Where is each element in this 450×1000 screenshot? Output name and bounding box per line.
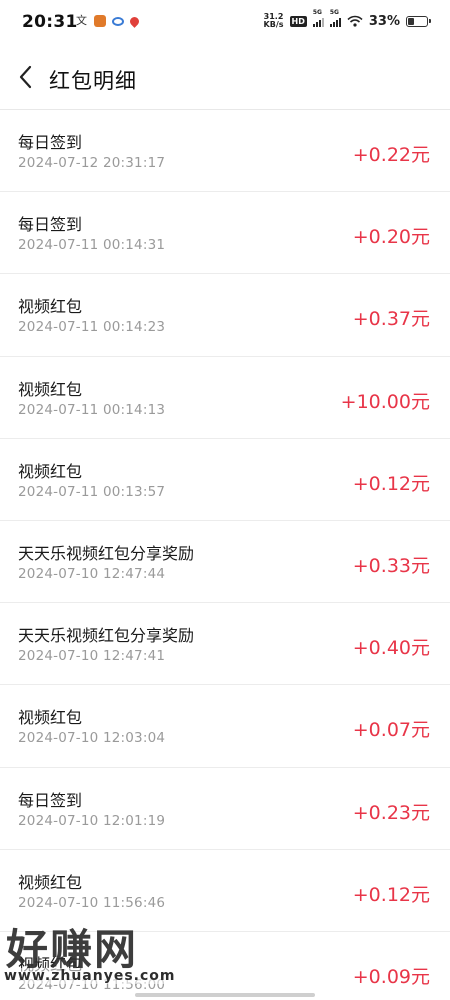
record-amount: +0.09元 (352, 965, 430, 988)
record-row[interactable]: 视频红包 2024-07-11 00:14:23 +0.37元 (0, 274, 450, 357)
record-title: 每日签到 (18, 790, 83, 810)
record-amount: +0.33元 (352, 554, 430, 577)
notification-icons: 文 (76, 14, 141, 28)
record-amount: +0.37元 (352, 308, 430, 331)
record-title: 天天乐视频红包分享奖励 (18, 543, 195, 563)
sim1-network-label: 5G (312, 9, 322, 16)
location-pin-icon (128, 14, 141, 28)
record-amount: +0.12元 (352, 883, 430, 906)
record-amount: +0.12元 (352, 472, 430, 495)
page-header: 红包明细 (0, 46, 450, 110)
record-title: 视频红包 (18, 461, 83, 481)
page-title: 红包明细 (49, 69, 137, 93)
back-button[interactable] (10, 60, 44, 94)
record-time: 2024-07-10 11:56:46 (18, 894, 166, 911)
record-row[interactable]: 每日签到 2024-07-11 00:14:31 +0.20元 (0, 192, 450, 275)
record-row[interactable]: 视频红包 2024-07-10 12:03:04 +0.07元 (0, 685, 450, 768)
app-notification-icon (94, 15, 106, 27)
record-row[interactable]: 天天乐视频红包分享奖励 2024-07-10 12:47:41 +0.40元 (0, 603, 450, 686)
home-indicator[interactable] (135, 993, 315, 997)
record-time: 2024-07-10 12:01:19 (18, 812, 166, 829)
network-speed: 31.2 KB/s (264, 13, 284, 29)
record-time: 2024-07-12 20:31:17 (18, 155, 166, 171)
translate-icon: 文 (76, 14, 87, 27)
record-amount: +0.23元 (352, 801, 430, 824)
record-row[interactable]: 视频红包 2024-07-10 11:56:46 +0.12元 (0, 850, 450, 932)
network-speed-unit: KB/s (263, 20, 284, 29)
battery-icon (406, 15, 431, 27)
record-title: 视频红包 (18, 379, 83, 399)
record-row[interactable]: 视频红包 2024-07-11 00:14:13 +10.00元 (0, 357, 450, 439)
signal-sim2-icon: 5G (329, 9, 341, 27)
battery-percent: 33% (368, 13, 400, 29)
status-bar: 20:31 文 31.2 KB/s HD 5G 5G 33% (0, 0, 450, 46)
record-time: 2024-07-11 00:13:57 (18, 483, 166, 500)
status-right: 31.2 KB/s HD 5G 5G 33% (264, 9, 431, 29)
record-title: 视频红包 (18, 872, 83, 892)
record-row[interactable]: 天天乐视频红包分享奖励 2024-07-10 12:47:44 +0.33元 (0, 521, 450, 604)
record-amount: +0.07元 (352, 719, 430, 742)
record-title: 视频红包 (18, 954, 83, 974)
record-title: 每日签到 (18, 133, 83, 152)
record-amount: +0.40元 (352, 637, 430, 660)
record-time: 2024-07-10 12:47:44 (18, 565, 166, 582)
sim2-network-label: 5G (329, 9, 339, 16)
record-title: 每日签到 (18, 215, 83, 235)
record-time: 2024-07-10 12:03:04 (18, 730, 166, 747)
record-time: 2024-07-11 00:14:13 (18, 401, 166, 418)
record-list[interactable]: 每日签到 2024-07-12 20:31:17 +0.22元 每日签到 2024-07… (0, 110, 450, 1000)
signal-sim1-icon: 5G (312, 9, 324, 27)
record-row[interactable]: 视频红包 2024-07-10 11:56:00 +0.09元 (0, 932, 450, 1000)
link-icon (112, 16, 124, 26)
record-title: 视频红包 (18, 708, 83, 728)
record-time: 2024-07-11 00:14:31 (18, 237, 166, 254)
status-time: 20:31 (22, 12, 78, 32)
record-row[interactable]: 每日签到 2024-07-10 12:01:19 +0.23元 (0, 768, 450, 850)
wifi-icon (347, 15, 363, 27)
chevron-left-icon (19, 65, 32, 89)
record-time: 2024-07-10 11:56:00 (18, 976, 166, 993)
record-row[interactable]: 视频红包 2024-07-11 00:13:57 +0.12元 (0, 439, 450, 521)
record-time: 2024-07-11 00:14:23 (18, 319, 166, 336)
record-title: 视频红包 (18, 297, 83, 317)
record-time: 2024-07-10 12:47:41 (18, 648, 166, 665)
record-title: 天天乐视频红包分享奖励 (18, 626, 195, 646)
record-amount: +10.00元 (340, 390, 430, 413)
hd-voice-icon: HD (289, 15, 307, 27)
record-amount: +0.20元 (352, 226, 430, 249)
record-row[interactable]: 每日签到 2024-07-12 20:31:17 +0.22元 (0, 110, 450, 193)
record-amount: +0.22元 (352, 144, 430, 166)
